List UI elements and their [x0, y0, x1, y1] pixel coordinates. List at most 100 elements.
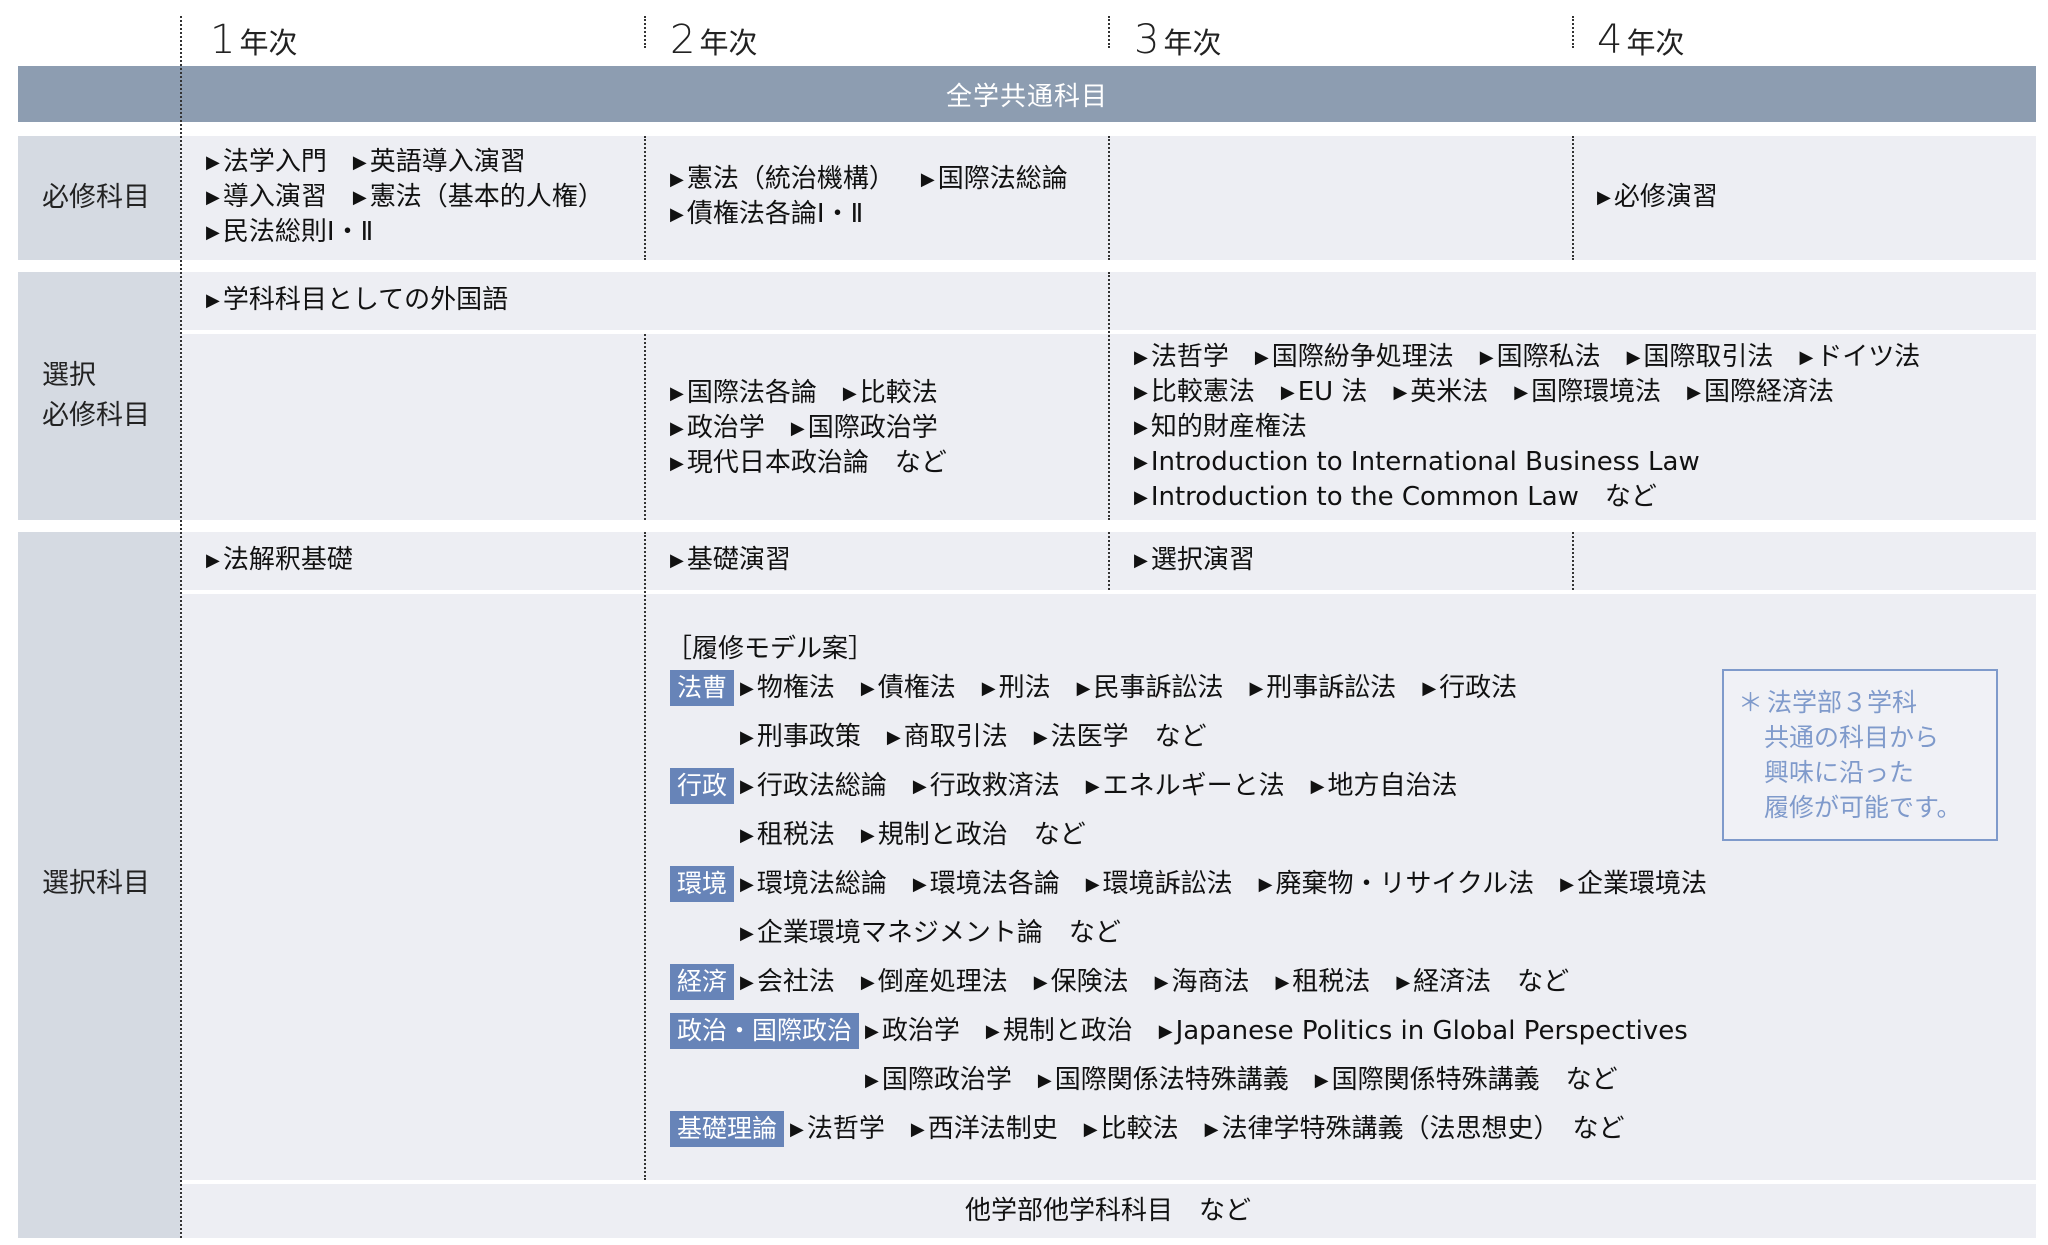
course-line: ▶ 民法総則Ⅰ・Ⅱ	[206, 215, 604, 250]
right-triangle-icon: ▶	[1422, 678, 1437, 699]
course-item: ▶ 国際法総論	[921, 164, 1068, 194]
track-tag: 法曹	[670, 670, 735, 706]
course-line: ▶ 選択演習	[1134, 543, 1255, 578]
course-name: 民法総則Ⅰ・Ⅱ	[222, 217, 374, 247]
course-name: 国際私法	[1496, 342, 1601, 372]
category-label-elective: 選択科目	[42, 868, 150, 899]
course-name: 海商法	[1171, 967, 1250, 997]
course-item: ▶ 英米法	[1393, 377, 1488, 407]
year-header-2: 2 年次	[670, 17, 758, 63]
course-item: ▶ 法哲学	[1134, 342, 1229, 372]
course-item: ▶ 環境訴訟法	[1086, 869, 1233, 899]
required-year4: ▶ 必修演習	[1597, 180, 1718, 215]
course-name: 国際政治学	[881, 1065, 1012, 1095]
course-item: ▶ 国際私法	[1480, 342, 1601, 372]
course-name: 行政救済法	[929, 771, 1060, 801]
selective-year3-4: ▶ 法哲学 ▶ 国際紛争処理法 ▶ 国際私法 ▶ 国際取引法 ▶ ドイツ法 ▶ 比較憲法 ▶ EU 法 ▶ 英…	[1134, 340, 1920, 515]
course-line: ▶ 現代日本政治論 など	[670, 446, 947, 481]
course-item: ▶ 英語導入演習	[353, 147, 526, 177]
course-name: 地方自治法	[1327, 771, 1458, 801]
course-name: 商取引法	[903, 722, 1008, 752]
course-name: 導入演習	[222, 182, 327, 212]
course-item: ▶ 国際取引法	[1627, 342, 1774, 372]
course-item: ▶ 西洋法制史	[911, 1114, 1058, 1144]
course-item: ▶ 行政法	[1422, 673, 1517, 703]
year-header-3: 3 年次	[1134, 17, 1222, 63]
course-item: ▶ Introduction to the Common Law など	[1134, 482, 1657, 512]
right-triangle-icon: ▶	[1154, 972, 1169, 993]
year-header-4: 4 年次	[1597, 17, 1685, 63]
course-name: 国際関係法特殊講義	[1054, 1065, 1289, 1095]
track-tag: 政治・国際政治	[670, 1013, 860, 1049]
course-name: 学科科目としての外国語	[222, 285, 509, 315]
right-triangle-icon: ▶	[1134, 550, 1148, 571]
other-faculty-subjects: 他学部他学科科目 など	[964, 1196, 1251, 1226]
course-line: ▶ 学科科目としての外国語	[206, 283, 508, 318]
course-item: ▶ 国際環境法	[1514, 377, 1661, 407]
course-name: 国際取引法	[1643, 342, 1774, 372]
course-name: 比較法	[859, 378, 938, 408]
course-item: ▶ 比較法	[1084, 1114, 1179, 1144]
track-tag: 環境	[670, 866, 735, 902]
course-line: ▶ 政治学 ▶ 国際政治学	[670, 411, 947, 446]
curriculum-diagram: 1 年次 2 年次 3 年次 4 年次 全学共通科目 必修科目 選択 必修科目 選択科目…	[0, 0, 2048, 1245]
course-item: ▶ 倒産処理法	[861, 967, 1008, 997]
course-item: ▶ 地方自治法	[1311, 771, 1458, 801]
right-triangle-icon: ▶	[670, 550, 684, 571]
course-line: ▶ 企業環境マネジメント論 など	[740, 915, 1707, 952]
right-triangle-icon: ▶	[670, 169, 684, 190]
year-header-1: 1 年次	[210, 17, 298, 63]
course-item: ▶ 知的財産権法	[1134, 412, 1307, 442]
course-name: 企業環境マネジメント論 など	[756, 918, 1121, 948]
course-name: 環境訴訟法	[1102, 869, 1233, 899]
course-item: ▶ 国際関係法特殊講義	[1038, 1065, 1289, 1095]
course-line: ▶ 行政法総論 ▶ 行政救済法 ▶ エネルギーと法 ▶ 地方自治法	[740, 768, 1457, 805]
course-item: ▶ EU 法	[1281, 377, 1368, 407]
right-triangle-icon: ▶	[670, 204, 684, 225]
course-name: 規制と政治	[1002, 1016, 1133, 1046]
right-triangle-icon: ▶	[860, 678, 875, 699]
course-line: ▶ 法哲学 ▶ 西洋法制史 ▶ 比較法 ▶ 法律学特殊講義（法思想史） など	[790, 1111, 1624, 1148]
course-item: ▶ 政治学	[865, 1016, 960, 1046]
track-row: 行政 ▶ 行政法総論 ▶ 行政救済法 ▶ エネルギーと法 ▶ 地方自治法 ▶ 租税法 ▶ 規制と政治 な…	[670, 768, 1690, 854]
track-row: 基礎理論 ▶ 法哲学 ▶ 西洋法制史 ▶ 比較法 ▶ 法律学特殊講義（法思想史） など	[670, 1111, 1690, 1148]
course-name: ドイツ法	[1816, 342, 1921, 372]
right-triangle-icon: ▶	[206, 152, 220, 173]
course-name: 英米法	[1410, 377, 1489, 407]
course-line: ▶ 法哲学 ▶ 国際紛争処理法 ▶ 国際私法 ▶ 国際取引法 ▶ ドイツ法	[1134, 340, 1920, 375]
common-subjects-band: 全学共通科目	[18, 66, 2036, 122]
course-item: ▶ 環境法総論	[740, 869, 887, 899]
course-name: 政治学	[686, 413, 765, 443]
course-item: ▶ 民法総則Ⅰ・Ⅱ	[206, 217, 373, 247]
right-triangle-icon: ▶	[1514, 382, 1529, 403]
course-name: 企業環境法	[1576, 869, 1707, 899]
course-name: 比較憲法	[1150, 377, 1255, 407]
course-name: EU 法	[1297, 377, 1368, 407]
right-triangle-icon: ▶	[740, 678, 754, 699]
divider-col-1	[180, 16, 182, 1238]
course-name: 倒産処理法	[877, 967, 1008, 997]
course-name: 債権法	[877, 673, 956, 703]
track-row: 環境 ▶ 環境法総論 ▶ 環境法各論 ▶ 環境訴訟法 ▶ 廃棄物・リサイクル法 ▶ 企業環境法 ▶ 企業…	[670, 866, 1707, 952]
note-box: ＊法学部３学科 共通の科目から 興味に沿った 履修が可能です。	[1722, 669, 1998, 841]
right-triangle-icon: ▶	[740, 972, 754, 993]
divider-selective-3	[1108, 272, 1110, 520]
course-item: ▶ 物権法	[740, 673, 835, 703]
elective-year3: ▶ 選択演習	[1134, 543, 1255, 578]
course-name: 法哲学	[806, 1114, 885, 1144]
divider-elective-2	[644, 532, 646, 1180]
course-item: ▶ 国際政治学	[865, 1065, 1012, 1095]
track-row: 政治・国際政治 ▶ 政治学 ▶ 規制と政治 ▶ Japanese Politics in G…	[670, 1013, 1690, 1099]
course-name: 刑事政策	[756, 722, 861, 752]
right-triangle-icon: ▶	[1254, 347, 1269, 368]
right-triangle-icon: ▶	[1083, 1119, 1098, 1140]
elective-year2: ▶ 基礎演習	[670, 543, 791, 578]
course-name: 環境法各論	[929, 869, 1060, 899]
track-tag: 基礎理論	[670, 1111, 785, 1147]
course-name: 国際関係特殊講義 など	[1331, 1065, 1618, 1095]
course-item: ▶ 経済法 など	[1396, 967, 1569, 997]
course-name: 国際法総論	[937, 164, 1068, 194]
course-name: 西洋法制史	[927, 1114, 1058, 1144]
course-name: Introduction to International Business L…	[1150, 447, 1700, 477]
course-name: 債権法各論Ⅰ・Ⅱ	[686, 199, 864, 229]
